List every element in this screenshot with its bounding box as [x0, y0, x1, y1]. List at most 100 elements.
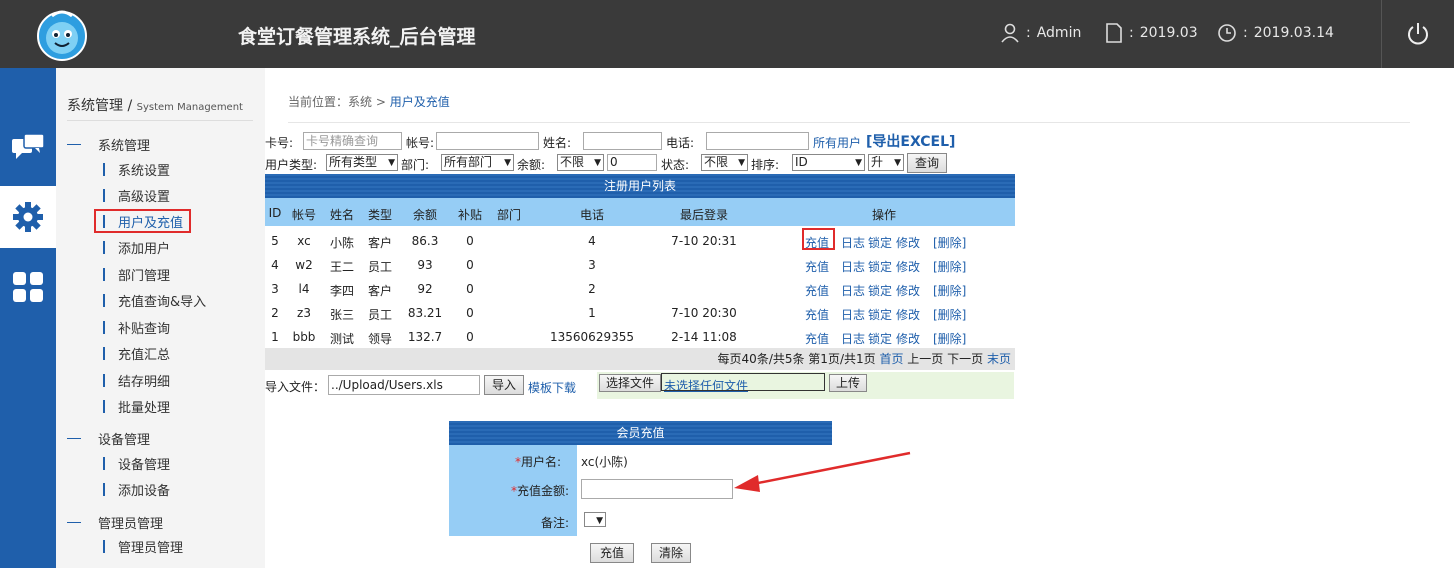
colon: : — [1243, 25, 1248, 41]
first-page-link[interactable]: 首页 — [879, 352, 903, 366]
cell-account: xc — [297, 234, 311, 248]
log-link[interactable]: 日志 — [841, 330, 865, 347]
delete-link[interactable]: [删除] — [933, 258, 966, 275]
colon: : — [1129, 25, 1134, 41]
sidebar-group-admins[interactable]: 管理员管理 — [67, 513, 163, 532]
edit-link[interactable]: 修改 — [896, 282, 920, 299]
recharge-link[interactable]: 充值 — [805, 258, 829, 275]
recharge-link[interactable]: 充值 — [805, 306, 829, 323]
name-input[interactable] — [583, 132, 662, 150]
note-label: 备注: — [541, 516, 570, 530]
sidebar-item-departments[interactable]: 部门管理 — [103, 264, 170, 284]
last-page-link[interactable]: 末页 — [987, 352, 1011, 366]
lock-link[interactable]: 锁定 — [868, 282, 892, 299]
sidebar-group-devices[interactable]: 设备管理 — [67, 429, 150, 448]
lock-link[interactable]: 锁定 — [868, 306, 892, 323]
sidebar-item-add-user[interactable]: 添加用户 — [103, 237, 170, 257]
user-info[interactable]: : Admin — [1000, 22, 1081, 44]
cell-type: 员工 — [367, 308, 393, 322]
cell-phone: 4 — [588, 234, 596, 248]
top-bar: 食堂订餐管理系统_后台管理 : Admin : 2019.03 : 2019.0… — [0, 0, 1454, 68]
note-select[interactable] — [584, 512, 606, 529]
sidebar-item-recharge-summary[interactable]: 充值汇总 — [103, 343, 170, 363]
edit-link[interactable]: 修改 — [896, 234, 920, 251]
query-button[interactable]: 查询 — [907, 153, 947, 173]
lock-link[interactable]: 锁定 — [868, 258, 892, 275]
export-excel-link[interactable]: [导出EXCEL] — [866, 131, 955, 151]
account-label: 帐号: — [406, 136, 435, 150]
log-link[interactable]: 日志 — [841, 234, 865, 251]
sidebar-item-device-manage[interactable]: 设备管理 — [103, 453, 170, 473]
import-button[interactable]: 导入 — [484, 375, 524, 395]
prev-page-link[interactable]: 上一页 — [907, 352, 943, 366]
edit-link[interactable]: 修改 — [896, 258, 920, 275]
cell-type: 员工 — [367, 260, 393, 274]
status-select[interactable]: 不限 — [701, 154, 748, 171]
cell-balance: 93 — [417, 258, 433, 272]
delete-link[interactable]: [删除] — [933, 330, 966, 347]
card-input[interactable]: 卡号精确查询 — [303, 132, 402, 150]
document-icon — [1106, 23, 1122, 43]
cell-account: l4 — [298, 282, 310, 296]
log-link[interactable]: 日志 — [841, 282, 865, 299]
user-type-select[interactable]: 所有类型 — [326, 154, 398, 171]
log-link[interactable]: 日志 — [841, 306, 865, 323]
lock-link[interactable]: 锁定 — [868, 234, 892, 251]
choose-file-button[interactable]: 选择文件 — [599, 374, 661, 392]
sidebar-item-advanced-settings[interactable]: 高级设置 — [103, 185, 170, 205]
phone-input[interactable] — [706, 132, 809, 150]
next-page-link[interactable]: 下一页 — [947, 352, 983, 366]
balance-op-select[interactable]: 不限 — [557, 154, 604, 171]
user-list-title: 注册用户列表 — [265, 174, 1015, 198]
cell-account: w2 — [295, 258, 313, 272]
upload-button[interactable]: 上传 — [829, 374, 867, 392]
import-file-input[interactable]: ../Upload/Users.xls — [328, 375, 480, 395]
log-link[interactable]: 日志 — [841, 258, 865, 275]
cell-subsidy: 0 — [466, 258, 474, 272]
nav-settings[interactable] — [0, 186, 56, 248]
cell-type: 客户 — [367, 284, 393, 298]
sidebar-item-add-device[interactable]: 添加设备 — [103, 479, 170, 499]
delete-link[interactable]: [删除] — [933, 234, 966, 251]
cell-last-login: 7-10 20:31 — [671, 234, 737, 248]
account-input[interactable] — [436, 132, 539, 150]
dept-select[interactable]: 所有部门 — [441, 154, 514, 171]
order-select[interactable]: 升 — [868, 154, 904, 171]
all-users-link[interactable]: 所有用户 — [813, 134, 861, 151]
cell-phone: 2 — [588, 282, 596, 296]
logout-button[interactable] — [1381, 0, 1454, 68]
balance-input[interactable]: 0 — [607, 154, 657, 171]
sidebar-item-balance-detail[interactable]: 结存明细 — [103, 370, 170, 390]
sidebar-item-system-settings[interactable]: 系统设置 — [103, 159, 170, 179]
sidebar-item-subsidy-query[interactable]: 补贴查询 — [103, 317, 170, 337]
edit-link[interactable]: 修改 — [896, 330, 920, 347]
delete-link[interactable]: [删除] — [933, 306, 966, 323]
user-type-label: 用户类型: — [265, 158, 318, 172]
cell-name: 小陈 — [329, 236, 355, 250]
cell-subsidy: 0 — [466, 306, 474, 320]
sidebar-group-system[interactable]: 系统管理 — [67, 135, 150, 154]
cell-id: 5 — [271, 234, 279, 248]
amount-input[interactable] — [581, 479, 733, 499]
recharge-link[interactable]: 充值 — [805, 282, 829, 299]
col-type: 类型 — [367, 208, 393, 222]
col-last-login: 最后登录 — [679, 208, 729, 222]
sidebar-item-admin-manage[interactable]: 管理员管理 — [103, 536, 183, 556]
edit-link[interactable]: 修改 — [896, 306, 920, 323]
nav-messages[interactable] — [0, 117, 56, 179]
sidebar-item-recharge-query[interactable]: 充值查询&导入 — [103, 290, 206, 310]
nav-apps[interactable] — [0, 256, 56, 318]
clear-button[interactable]: 清除 — [651, 543, 691, 563]
col-subsidy: 补贴 — [457, 208, 483, 222]
recharge-submit-button[interactable]: 充值 — [590, 543, 634, 563]
sidebar-item-batch[interactable]: 批量处理 — [103, 396, 170, 416]
file-field[interactable] — [661, 373, 825, 391]
template-download-link[interactable]: 模板下载 — [528, 379, 576, 396]
cell-balance: 86.3 — [411, 234, 439, 248]
delete-link[interactable]: [删除] — [933, 282, 966, 299]
table-row: 1 bbb 测试 领导 132.7 0 13560629355 2-14 11:08 充值 日志锁… — [265, 325, 1015, 349]
sort-select[interactable]: ID — [792, 154, 865, 171]
cell-subsidy: 0 — [466, 282, 474, 296]
lock-link[interactable]: 锁定 — [868, 330, 892, 347]
recharge-link[interactable]: 充值 — [805, 330, 829, 347]
